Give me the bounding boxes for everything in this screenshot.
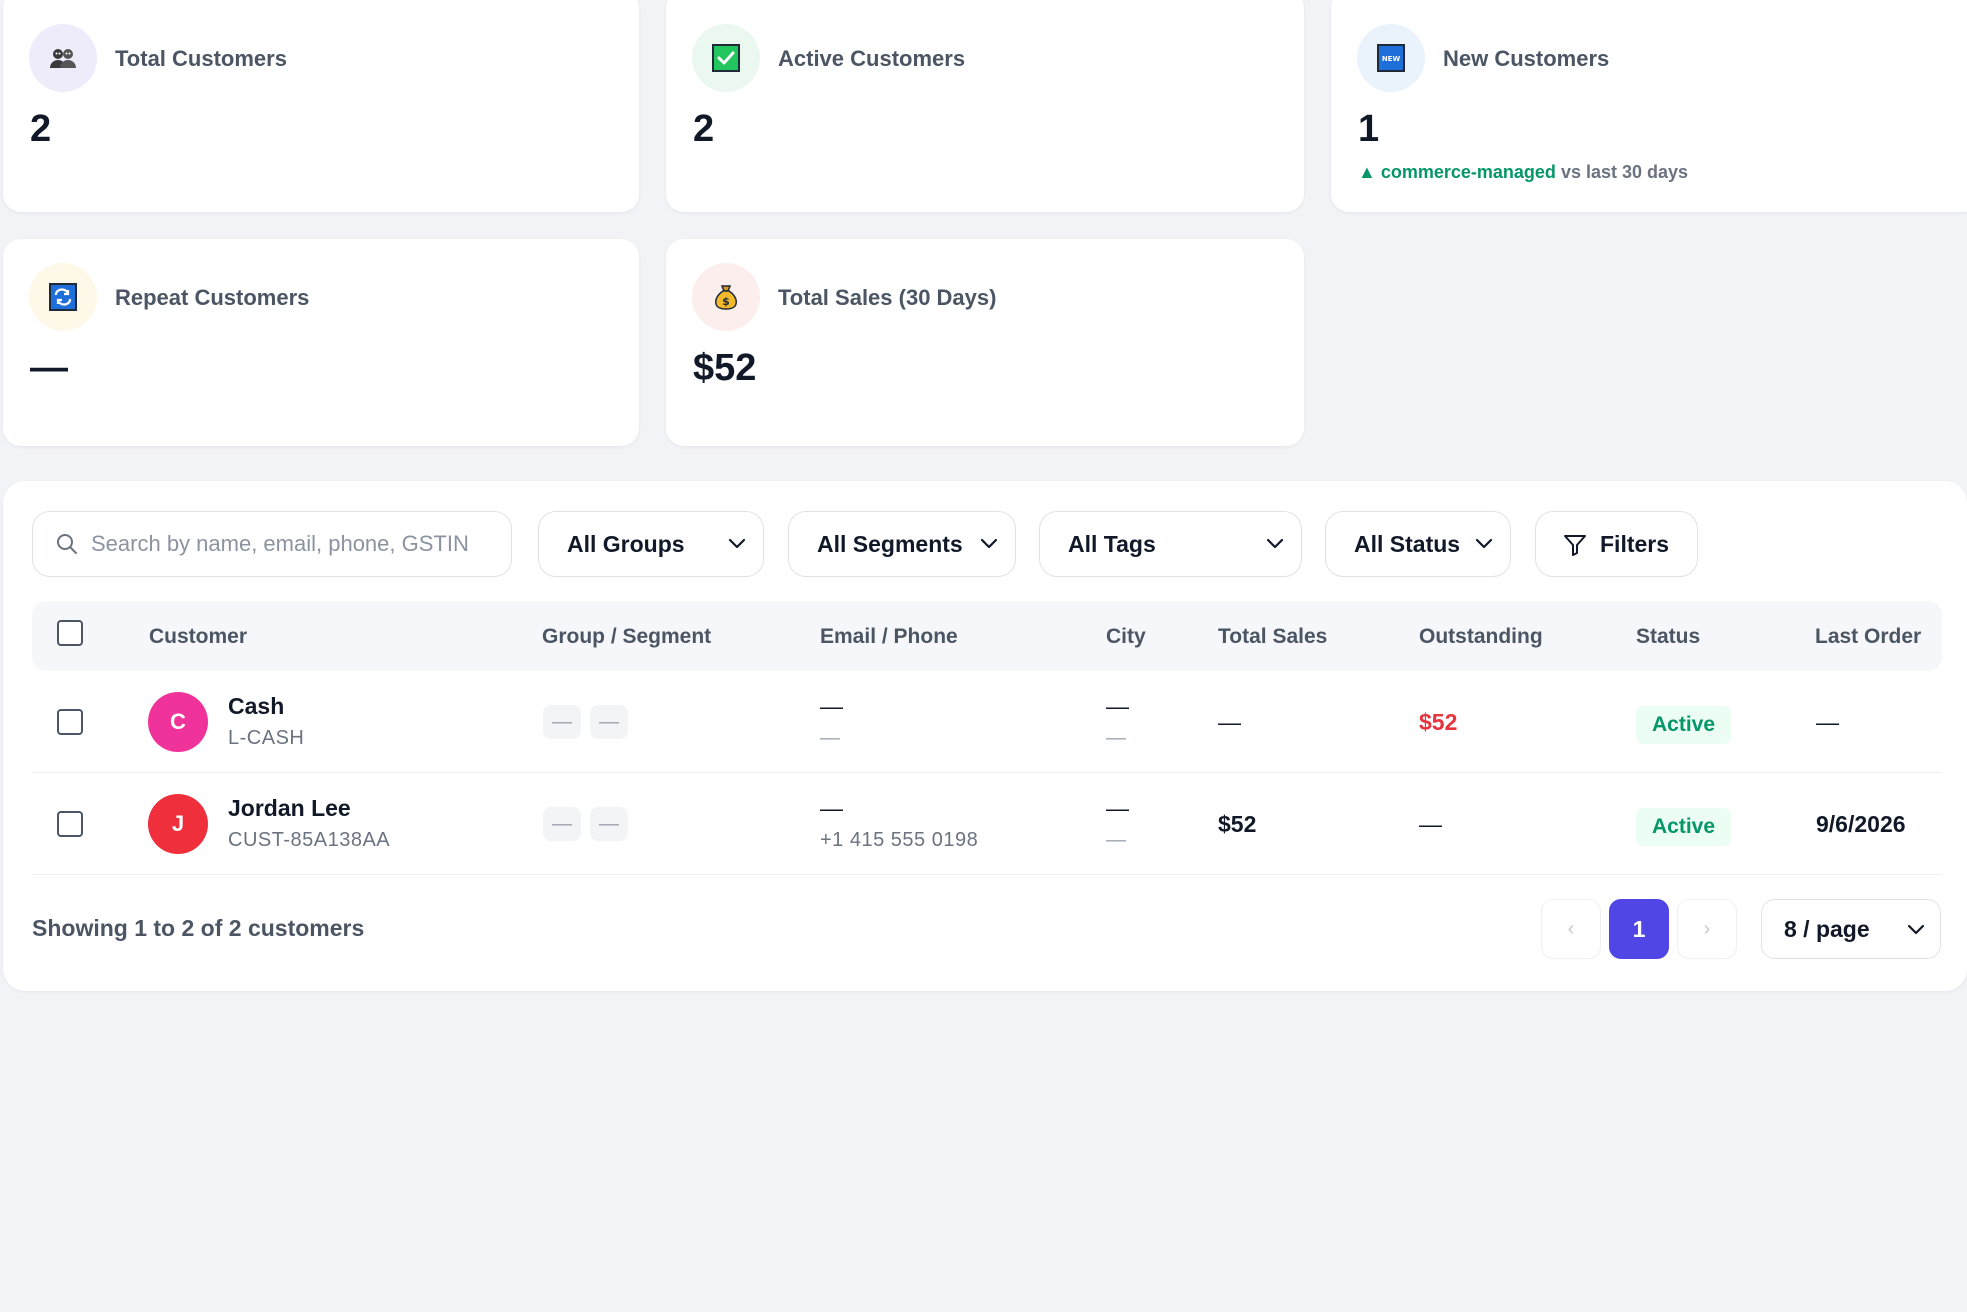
stat-card-total-sales: $ Total Sales (30 Days) $52: [666, 239, 1304, 446]
phone: +1 415 555 0198: [820, 829, 979, 851]
page-size-select[interactable]: 8 / page: [1761, 899, 1941, 959]
prev-page-button[interactable]: ‹: [1541, 899, 1601, 959]
group-chip: —: [543, 705, 581, 739]
filters-button[interactable]: Filters: [1535, 511, 1698, 577]
customer-name[interactable]: Cash: [228, 693, 284, 720]
column-header-total-sales[interactable]: Total Sales: [1218, 625, 1327, 649]
tags-select[interactable]: All Tags: [1039, 511, 1302, 577]
stat-card-new-customers: NEW New Customers 1 ▲ commerce-managed v…: [1331, 0, 1967, 212]
customers-panel: All Groups All Segments All Tags All Sta…: [3, 481, 1967, 991]
chevron-down-icon: [1266, 538, 1284, 549]
trend-accent: commerce-managed: [1380, 162, 1556, 182]
last-order: 9/6/2026: [1816, 811, 1906, 837]
svg-text:NEW: NEW: [1382, 55, 1401, 63]
chevron-down-icon: [1475, 538, 1493, 549]
new-badge-icon: NEW: [1357, 24, 1425, 92]
segment-chip: —: [590, 807, 628, 841]
table-row[interactable]: C Cash L-CASH — — — — — — — $52 Active —: [32, 671, 1942, 773]
status-select[interactable]: All Status: [1325, 511, 1511, 577]
stat-label: Total Sales (30 Days): [778, 285, 997, 310]
chevron-down-icon: [728, 538, 746, 549]
groups-select-value: All Groups: [567, 530, 685, 557]
status-badge: Active: [1636, 808, 1732, 846]
status-badge: Active: [1636, 706, 1732, 744]
customer-code: L-CASH: [228, 727, 305, 749]
select-all-checkbox[interactable]: [57, 620, 83, 646]
total-sales: —: [1218, 709, 1241, 735]
chevron-down-icon: [1907, 924, 1925, 935]
stat-value: —: [30, 347, 68, 389]
column-header-outstanding[interactable]: Outstanding: [1419, 625, 1543, 649]
city-sub: —: [1106, 829, 1126, 851]
outstanding-amount: $52: [1419, 709, 1458, 735]
avatar: J: [148, 794, 208, 854]
chevron-down-icon: [980, 538, 998, 549]
total-sales: $52: [1218, 811, 1257, 837]
city: —: [1106, 693, 1129, 719]
stat-card-active-customers: Active Customers 2: [666, 0, 1304, 212]
stat-card-repeat-customers: Repeat Customers —: [3, 239, 639, 446]
users-icon: [29, 24, 97, 92]
group-chip: —: [543, 807, 581, 841]
column-header-group-segment[interactable]: Group / Segment: [542, 625, 711, 649]
page-size-value: 8 / page: [1784, 915, 1870, 942]
trend-rest: vs last 30 days: [1560, 162, 1689, 182]
city: —: [1106, 795, 1129, 821]
stat-value: 2: [693, 108, 715, 150]
row-checkbox[interactable]: [57, 709, 83, 735]
row-checkbox[interactable]: [57, 811, 83, 837]
table-row[interactable]: J Jordan Lee CUST-85A138AA — — — +1 415 …: [32, 773, 1942, 875]
stat-label: Total Customers: [115, 46, 287, 71]
trend-up-icon: ▲: [1358, 162, 1376, 182]
search-icon: [57, 534, 77, 554]
phone: —: [820, 727, 840, 749]
filter-icon: [1564, 535, 1586, 556]
stat-trend: ▲ commerce-managed vs last 30 days: [1358, 162, 1688, 183]
check-mark-icon: [692, 24, 760, 92]
stat-value: 2: [30, 108, 52, 150]
stat-label: New Customers: [1443, 46, 1610, 71]
customer-name[interactable]: Jordan Lee: [228, 795, 351, 822]
status-select-value: All Status: [1354, 530, 1461, 557]
groups-select[interactable]: All Groups: [538, 511, 764, 577]
search-box[interactable]: [32, 511, 512, 577]
outstanding-amount: —: [1419, 811, 1442, 837]
next-page-button[interactable]: ›: [1677, 899, 1737, 959]
column-header-customer[interactable]: Customer: [149, 625, 247, 649]
avatar: C: [148, 692, 208, 752]
search-input[interactable]: [91, 531, 491, 557]
segment-chip: —: [590, 705, 628, 739]
stat-value: $52: [693, 347, 757, 389]
svg-text:$: $: [722, 295, 730, 308]
segments-select-value: All Segments: [817, 530, 963, 557]
column-header-city[interactable]: City: [1106, 625, 1146, 649]
filters-button-label: Filters: [1600, 530, 1670, 557]
showing-count: Showing 1 to 2 of 2 customers: [32, 915, 365, 941]
column-header-email-phone[interactable]: Email / Phone: [820, 625, 958, 649]
city-sub: —: [1106, 727, 1126, 749]
tags-select-value: All Tags: [1068, 530, 1156, 557]
page-1-button[interactable]: 1: [1609, 899, 1669, 959]
email: —: [820, 795, 843, 821]
money-bag-icon: $: [692, 263, 760, 331]
segments-select[interactable]: All Segments: [788, 511, 1016, 577]
stat-label: Repeat Customers: [115, 285, 310, 310]
table-header: Customer Group / Segment Email / Phone C…: [32, 601, 1942, 671]
stat-card-total-customers: Total Customers 2: [3, 0, 639, 212]
email: —: [820, 693, 843, 719]
column-header-status[interactable]: Status: [1636, 625, 1700, 649]
column-header-last-order[interactable]: Last Order: [1815, 625, 1921, 649]
stat-value: 1: [1358, 108, 1380, 150]
customer-code: CUST-85A138AA: [228, 829, 391, 851]
last-order: —: [1816, 709, 1839, 735]
repeat-icon: [29, 263, 97, 331]
stat-label: Active Customers: [778, 46, 966, 71]
